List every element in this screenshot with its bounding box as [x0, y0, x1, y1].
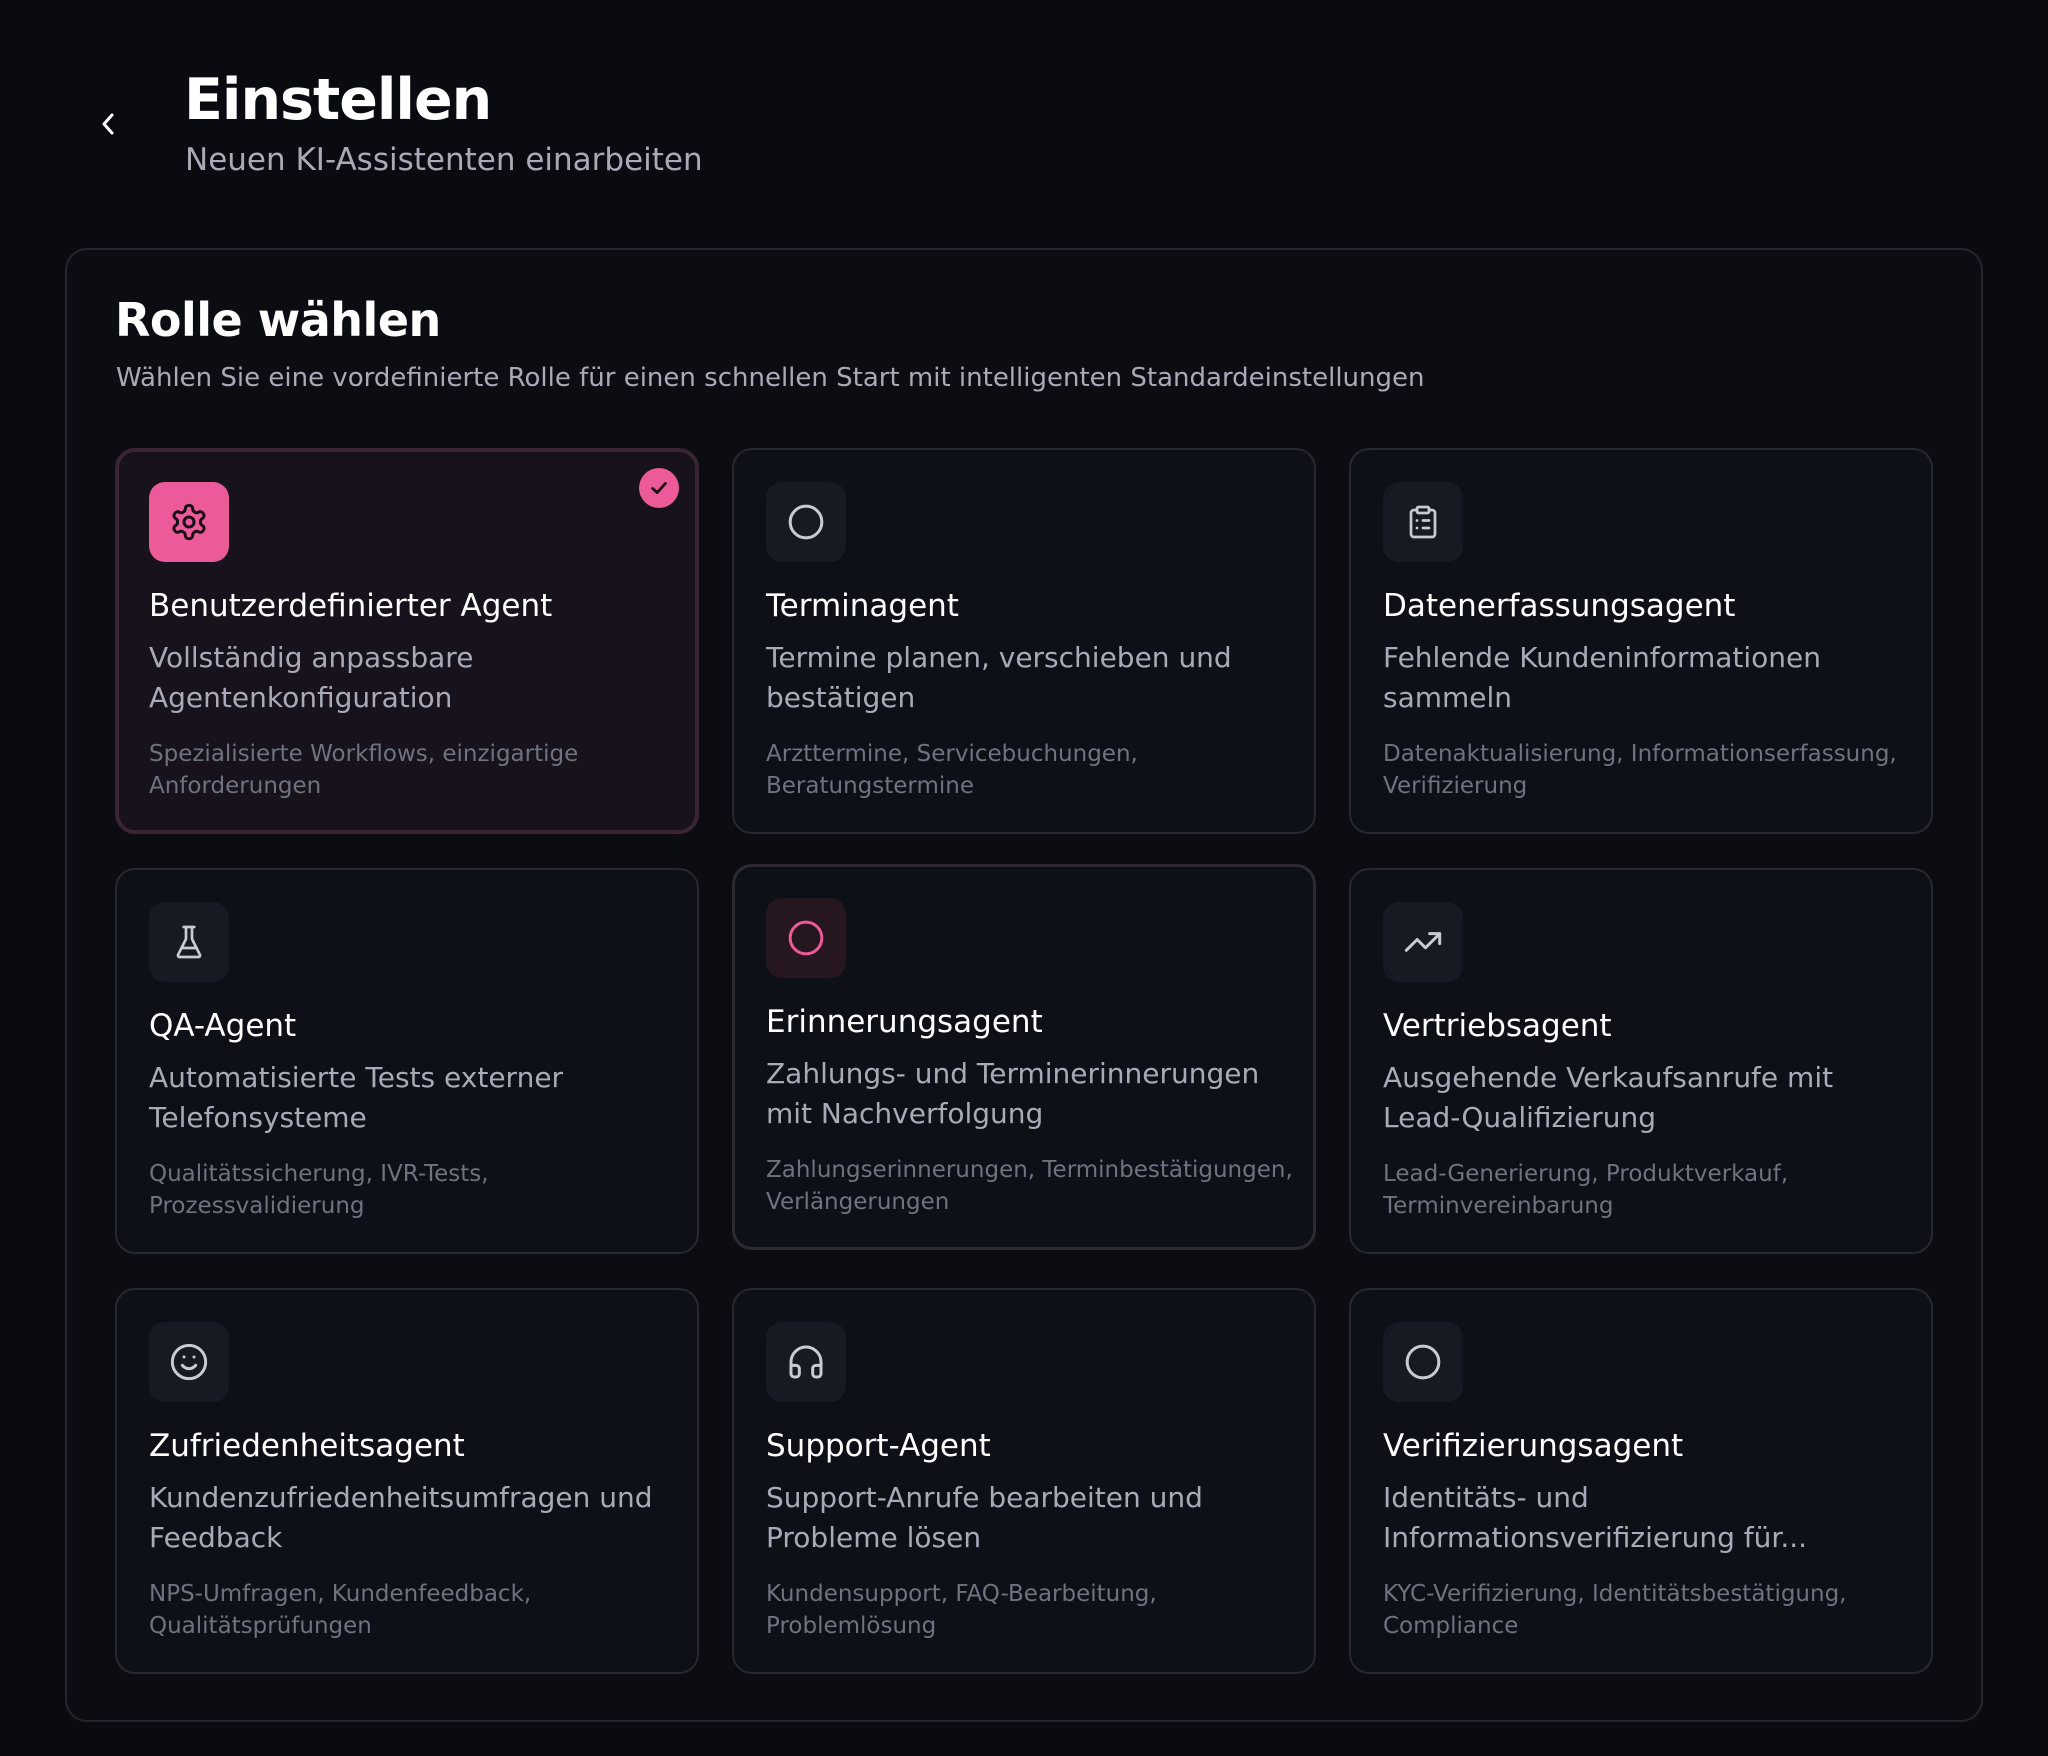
- role-card-sales-agent[interactable]: Vertriebsagent Ausgehende Verkaufsanrufe…: [1349, 868, 1933, 1254]
- role-use-cases: Zahlungserinnerungen, Terminbestätigunge…: [766, 1157, 1293, 1215]
- role-card-appointment-agent[interactable]: Terminagent Termine planen, verschieben …: [732, 448, 1316, 834]
- role-title: Support-Agent: [766, 1428, 991, 1464]
- role-use-cases: KYC-Verifizierung, Identitätsbestätigung…: [1383, 1581, 1847, 1639]
- role-icon-box: [149, 482, 229, 562]
- role-description: Fehlende Kundeninformationen sammeln: [1383, 641, 1821, 714]
- role-icon-box: [766, 482, 846, 562]
- clipboard-icon: [1409, 505, 1437, 539]
- role-icon-box: [1383, 482, 1463, 562]
- role-icon-box: [149, 902, 229, 982]
- trending-up-icon: [1404, 932, 1442, 952]
- role-card-verification-agent[interactable]: Verifizierungsagent Identitäts- und Info…: [1349, 1288, 1933, 1674]
- role-description: Ausgehende Verkaufsanrufe mit Lead-Quali…: [1383, 1061, 1834, 1134]
- role-title: Erinnerungsagent: [766, 1004, 1043, 1040]
- role-description: Support-Anrufe bearbeiten und Probleme l…: [766, 1481, 1203, 1554]
- role-title: Datenerfassungsagent: [1383, 588, 1736, 624]
- role-title: QA-Agent: [149, 1008, 297, 1044]
- back-button[interactable]: [88, 100, 128, 148]
- role-description: Vollständig anpassbare Agentenkonfigurat…: [149, 641, 474, 714]
- check-icon: [651, 482, 667, 494]
- gear-icon: [172, 503, 206, 541]
- role-title: Vertriebsagent: [1383, 1008, 1612, 1044]
- role-icon-box: [766, 898, 846, 978]
- role-icon-box: [1383, 902, 1463, 982]
- page-subtitle: Neuen KI-Assistenten einarbeiten: [185, 142, 703, 178]
- page-title: Einstellen: [184, 67, 492, 133]
- role-description: Zahlungs- und Terminerinnerungen mit Nac…: [766, 1057, 1260, 1130]
- role-description: Termine planen, verschieben und bestätig…: [766, 641, 1232, 714]
- selected-check-badge: [639, 468, 679, 508]
- circle-icon: [1405, 1344, 1441, 1380]
- role-title: Terminagent: [766, 588, 959, 624]
- role-use-cases: NPS-Umfragen, Kundenfeedback, Qualitätsp…: [149, 1581, 532, 1639]
- role-card-reminder-agent[interactable]: Erinnerungsagent Zahlungs- und Termineri…: [732, 864, 1316, 1250]
- role-selection-panel: Rolle wählen Wählen Sie eine vordefinier…: [65, 248, 1983, 1722]
- role-card-custom-agent[interactable]: Benutzerdefinierter Agent Vollständig an…: [115, 448, 699, 834]
- role-description: Kundenzufriedenheitsumfragen und Feedbac…: [149, 1481, 653, 1554]
- section-title: Rolle wählen: [115, 293, 441, 347]
- role-card-data-collection-agent[interactable]: Datenerfassungsagent Fehlende Kundeninfo…: [1349, 448, 1933, 834]
- role-title: Benutzerdefinierter Agent: [149, 588, 553, 624]
- role-icon-box: [149, 1322, 229, 1402]
- chevron-left-icon: [102, 113, 114, 135]
- circle-icon: [788, 504, 824, 540]
- role-icon-box: [1383, 1322, 1463, 1402]
- role-use-cases: Spezialisierte Workflows, einzigartige A…: [149, 741, 579, 799]
- smile-icon: [170, 1343, 208, 1381]
- flask-icon: [176, 925, 202, 959]
- role-description: Identitäts- und Informationsverifizierun…: [1383, 1481, 1808, 1554]
- role-title: Zufriedenheitsagent: [149, 1428, 465, 1464]
- role-use-cases: Arzttermine, Servicebuchungen, Beratungs…: [766, 741, 1138, 799]
- role-card-satisfaction-agent[interactable]: Zufriedenheitsagent Kundenzufriedenheits…: [115, 1288, 699, 1674]
- role-use-cases: Datenaktualisierung, Informationserfassu…: [1383, 741, 1897, 799]
- role-use-cases: Kundensupport, FAQ-Bearbeitung, Probleml…: [766, 1581, 1157, 1639]
- role-description: Automatisierte Tests externer Telefonsys…: [149, 1061, 564, 1134]
- role-card-qa-agent[interactable]: QA-Agent Automatisierte Tests externer T…: [115, 868, 699, 1254]
- headphones-icon: [789, 1345, 823, 1379]
- role-title: Verifizierungsagent: [1383, 1428, 1684, 1464]
- role-use-cases: Qualitätssicherung, IVR-Tests, Prozessva…: [149, 1161, 489, 1219]
- role-card-support-agent[interactable]: Support-Agent Support-Anrufe bearbeiten …: [732, 1288, 1316, 1674]
- role-use-cases: Lead-Generierung, Produktverkauf, Termin…: [1383, 1161, 1789, 1219]
- page-header: Einstellen Neuen KI-Assistenten einarbei…: [0, 0, 2048, 240]
- section-description: Wählen Sie eine vordefinierte Rolle für …: [116, 363, 1425, 393]
- circle-icon: [788, 920, 824, 956]
- role-icon-box: [766, 1322, 846, 1402]
